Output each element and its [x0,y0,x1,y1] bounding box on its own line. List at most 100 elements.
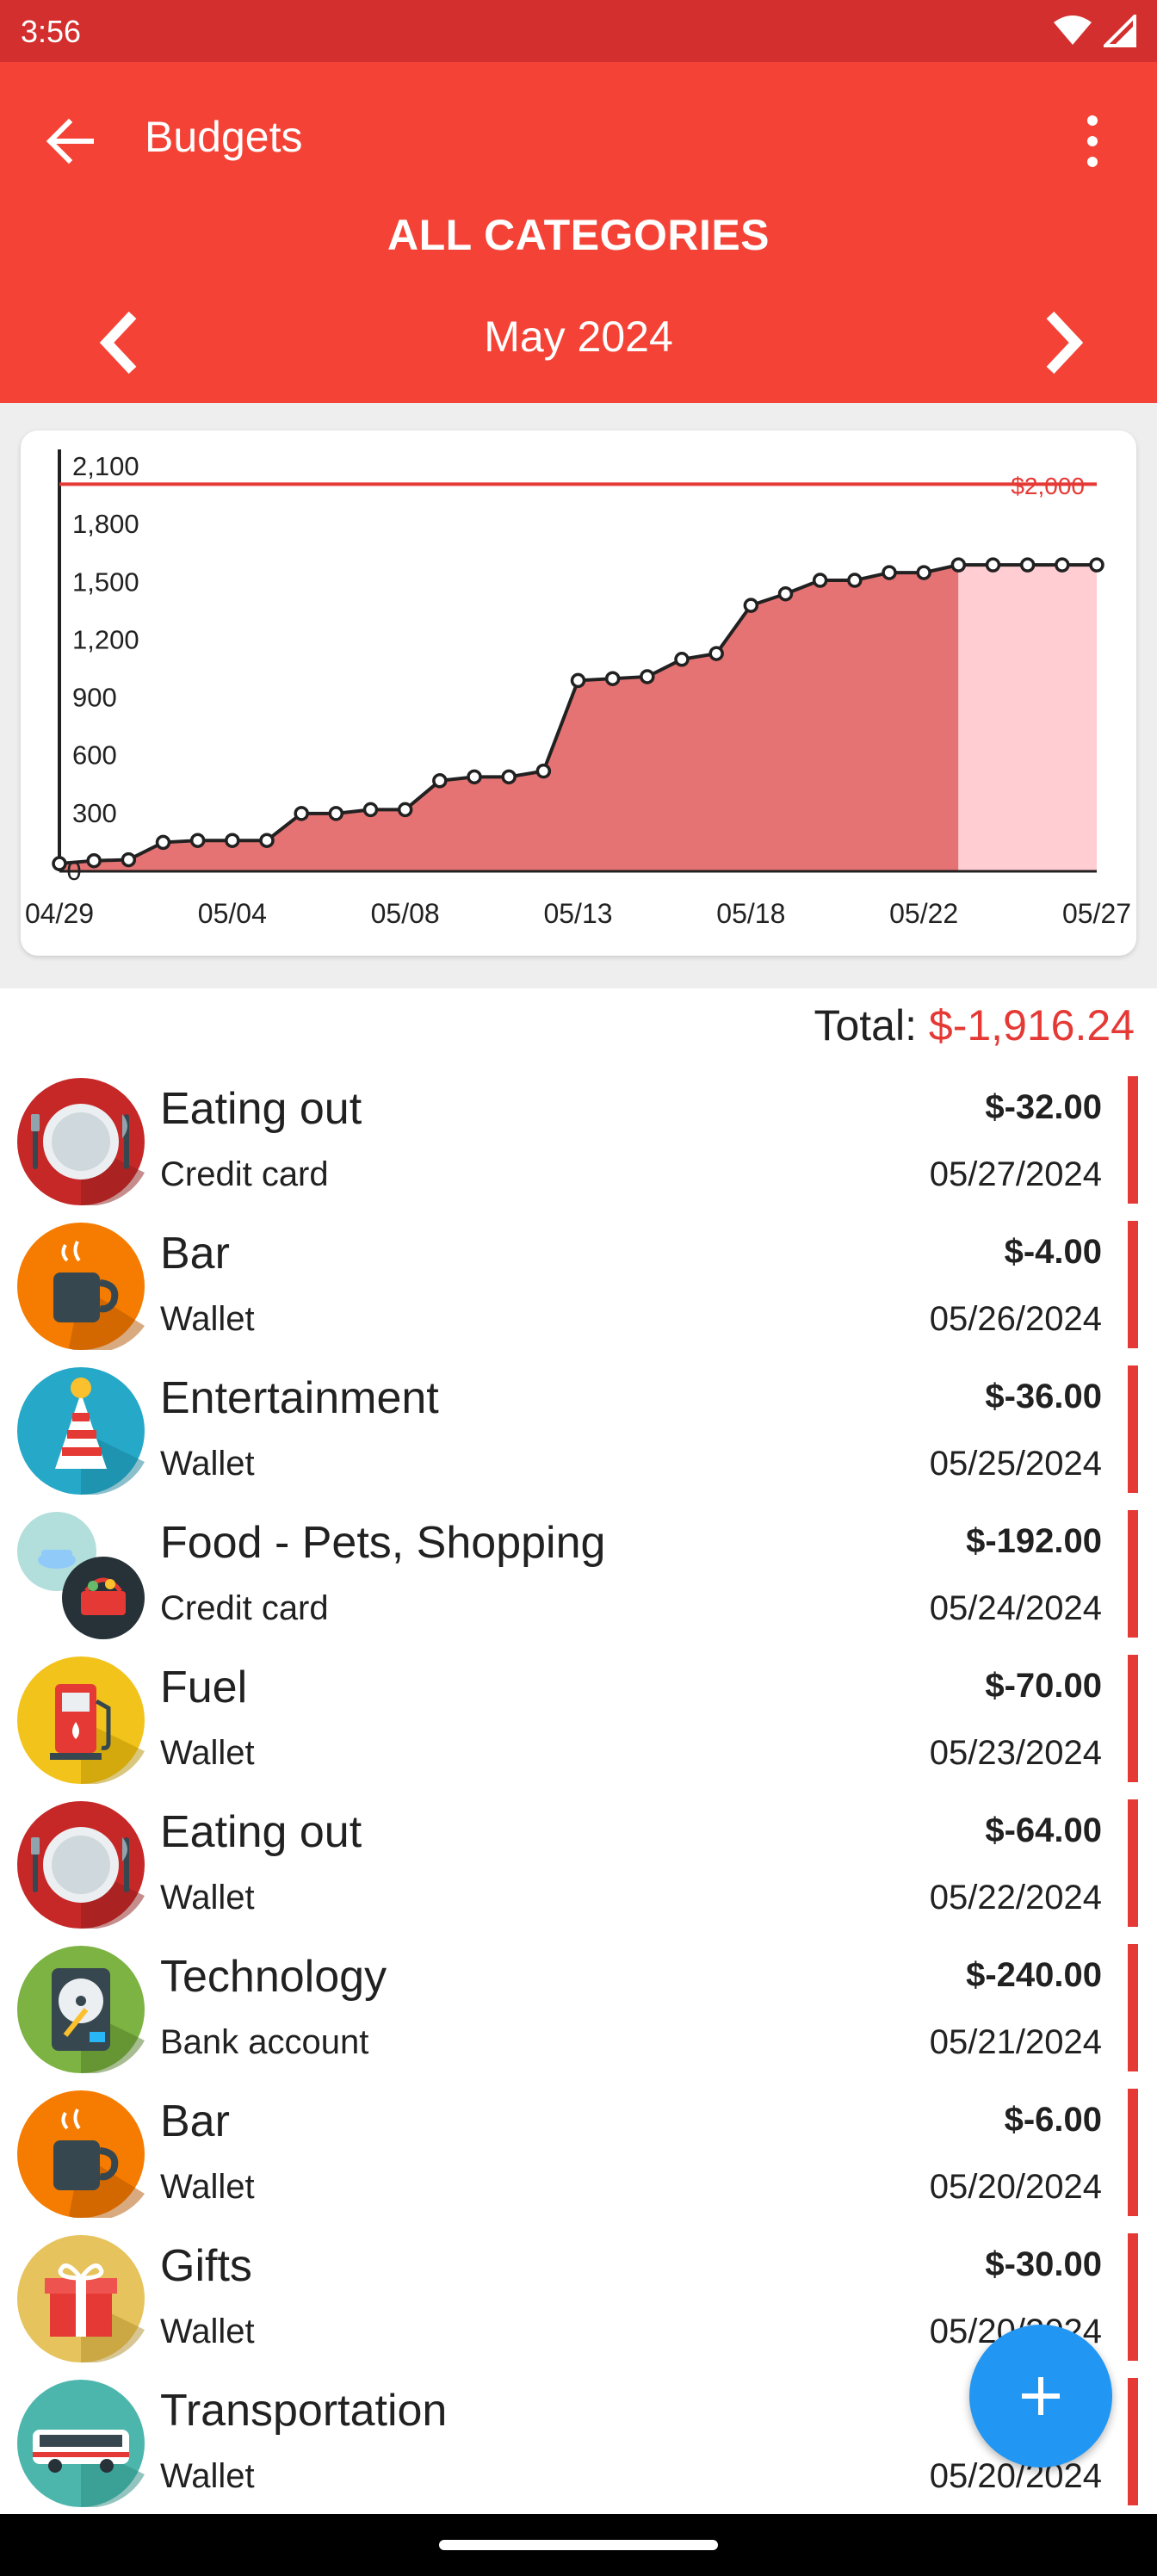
transaction-row[interactable]: Gifts Wallet $-30.00 05/20/2024 [0,2228,1157,2373]
transaction-row[interactable]: Technology Bank account $-240.00 05/21/2… [0,1939,1157,2084]
transaction-category: Bar [160,2096,230,2146]
total-value: $-1,916.24 [928,1001,1135,1050]
data-point [259,833,275,848]
y-tick-label: 600 [72,740,117,771]
transaction-color-bar [1128,1799,1138,1927]
total-row: Total: $-1,916.24 [814,1000,1135,1050]
transaction-account: Wallet [160,2457,255,2495]
status-bar: 3:56 [0,0,1157,62]
transaction-amount: $-36.00 [985,1378,1102,1415]
transaction-account: Wallet [160,1879,255,1917]
transaction-row[interactable]: Eating out Wallet $-64.00 05/22/2024 [0,1794,1157,1939]
transaction-amount: $-240.00 [966,1956,1102,1994]
transaction-color-bar [1128,1944,1138,2071]
arrow-left-icon [46,118,94,164]
home-gesture-handle[interactable] [439,2540,718,2550]
transaction-color-bar [1128,2233,1138,2361]
category-selector[interactable]: ALL CATEGORIES [0,210,1157,260]
data-point [708,646,724,661]
transaction-color-bar [1128,1365,1138,1493]
add-transaction-button[interactable] [969,2325,1112,2468]
budget-label: $2,000 [1011,473,1085,499]
x-tick-label: 05/13 [543,898,612,929]
transaction-amount: $-192.00 [966,1522,1102,1560]
transaction-category: Eating out [160,1807,362,1857]
transaction-row[interactable]: Bar Wallet $-4.00 05/26/2024 [0,1216,1157,1360]
data-point [743,598,759,613]
y-tick-label: 900 [72,683,117,713]
transaction-date: 05/23/2024 [929,1734,1102,1772]
data-point [86,852,102,869]
status-icons [1054,12,1136,50]
x-tick-label: 05/18 [716,898,785,929]
y-tick-label: 1,800 [72,509,139,539]
data-point [950,557,967,573]
y-tick-label: 1,200 [72,624,139,654]
transaction-category: Eating out [160,1084,362,1134]
transaction-account: Wallet [160,1734,255,1772]
data-point [985,557,1001,573]
navigation-bar [0,2514,1157,2576]
hard-drive-icon [17,1946,145,2074]
bus-icon [17,2380,145,2508]
transaction-amount: $-32.00 [985,1088,1102,1126]
data-point [501,769,517,785]
page-title: Budgets [145,113,303,161]
transaction-date: 05/25/2024 [929,1445,1102,1483]
transaction-account: Credit card [160,1589,329,1627]
chart-card: $2,000 2,100 1,800 1,500 1,200 900 600 300 0 04/2… [21,430,1136,956]
transaction-row[interactable]: Bar Wallet $-6.00 05/20/2024 [0,2084,1157,2228]
transaction-category: Bar [160,1229,230,1279]
transaction-account: Wallet [160,2168,255,2206]
total-label: Total: [814,1001,917,1050]
x-tick-label: 05/27 [1062,898,1131,929]
transaction-category: Gifts [160,2241,252,2291]
data-point [432,773,448,789]
chevron-right-icon [1046,311,1084,375]
month-label: May 2024 [484,313,673,361]
budget-chart: $2,0002,1001,8001,5001,200900600300004/2… [25,449,1131,929]
overflow-menu-button[interactable] [1062,105,1123,177]
back-button[interactable] [34,105,107,177]
y-tick-label: 300 [72,798,117,828]
x-tick-label: 05/08 [371,898,440,929]
transaction-account: Bank account [160,2023,369,2061]
transaction-row[interactable]: Fuel Wallet $-70.00 05/23/2024 [0,1650,1157,1794]
data-point [225,833,240,848]
transaction-date: 05/26/2024 [929,1300,1102,1338]
data-point [570,672,586,689]
transaction-date: 05/24/2024 [929,1589,1102,1627]
transaction-date: 05/20/2024 [929,2168,1102,2206]
status-time: 3:56 [21,14,82,49]
data-point [640,669,655,684]
transaction-account: Wallet [160,2313,255,2350]
next-month-button[interactable] [1028,300,1097,386]
transaction-list: Eating out Credit card $-32.00 05/27/202… [0,1071,1157,2514]
transaction-row[interactable]: Entertainment Wallet $-36.00 05/25/2024 [0,1360,1157,1505]
fuel-pump-icon [17,1656,145,1785]
x-tick-label: 04/29 [25,898,94,929]
transaction-amount: $-6.00 [1004,2101,1102,2139]
data-point [121,851,137,868]
transaction-amount: $-70.00 [985,1667,1102,1705]
signal-icon [1104,15,1136,47]
transaction-date: 05/21/2024 [929,2023,1102,2061]
coffee-cup-icon [17,1223,145,1353]
transaction-row[interactable]: Food - Pets, Shopping Credit card $-192.… [0,1505,1157,1650]
transaction-date: 05/27/2024 [929,1155,1102,1193]
data-point [812,573,828,588]
transaction-account: Wallet [160,1445,255,1483]
data-point [1089,557,1104,573]
spent-area [59,565,959,871]
transaction-color-bar [1128,1655,1138,1782]
transaction-account: Credit card [160,1155,329,1193]
transaction-row[interactable]: Eating out Credit card $-32.00 05/27/202… [0,1071,1157,1216]
data-point [189,833,206,848]
projected-area [958,565,1097,871]
x-tick-label: 05/22 [889,898,958,929]
x-tick-label: 05/04 [198,898,267,929]
data-point [397,802,413,818]
plus-icon [1022,2377,1060,2415]
data-point [847,573,863,588]
y-tick-label: 2,100 [72,451,139,481]
